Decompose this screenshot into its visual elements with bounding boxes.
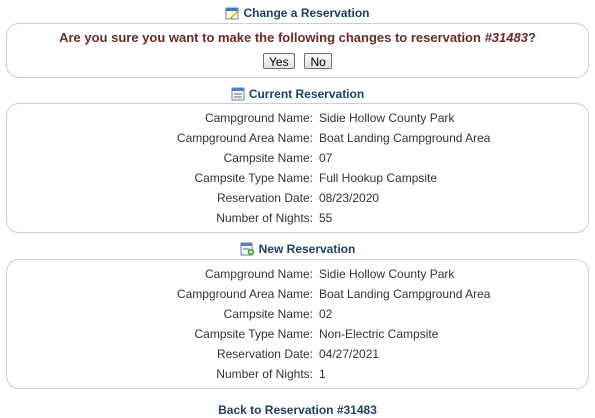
field-value: Non-Electric Campsite [319, 327, 439, 341]
field-label: Campsite Type Name: [194, 327, 314, 341]
confirm-question-suffix: ? [527, 30, 536, 45]
field-label: Campsite Name: [223, 307, 313, 321]
confirm-buttons: Yes No [7, 53, 588, 69]
calendar-edit-icon [225, 6, 239, 24]
field-value: Boat Landing Campground Area [319, 131, 491, 145]
field-label: Number of Nights: [216, 211, 313, 225]
new-campsite-type-row: Campsite Type Name: Non-Electric Campsite [7, 324, 588, 344]
field-label: Reservation Date: [216, 191, 313, 205]
field-value: Sidie Hollow County Park [319, 267, 455, 281]
no-button[interactable]: No [304, 53, 333, 69]
field-label: Campground Name: [204, 267, 313, 281]
new-number-of-nights-row: Number of Nights: 1 [7, 364, 588, 384]
field-label: Number of Nights: [216, 367, 313, 381]
current-campground-area-row: Campground Area Name: Boat Landing Campgr… [7, 128, 588, 148]
new-campground-name-row: Campground Name: Sidie Hollow County Park [7, 264, 588, 284]
new-reservation-panel: Campground Name: Sidie Hollow County Park… [6, 259, 589, 389]
confirm-panel: Are you sure you want to make the follow… [6, 23, 589, 78]
current-reservation-date-row: Reservation Date: 08/23/2020 [7, 188, 588, 208]
field-label: Reservation Date: [216, 347, 313, 361]
change-reservation-title: Change a Reservation [243, 6, 370, 20]
back-to-reservation-link[interactable]: Back to Reservation #31483 [0, 402, 595, 418]
field-value: Sidie Hollow County Park [319, 111, 455, 125]
current-campsite-name-row: Campsite Name: 07 [7, 148, 588, 168]
current-reservation-title: Current Reservation [248, 87, 365, 101]
confirm-question: Are you sure you want to make the follow… [7, 29, 588, 47]
new-reservation-date-row: Reservation Date: 04/27/2021 [7, 344, 588, 364]
field-value: 08/23/2020 [319, 191, 380, 205]
field-value: 07 [319, 151, 333, 165]
field-value: 1 [319, 367, 326, 381]
field-value: 04/27/2021 [319, 347, 380, 361]
field-value: 02 [319, 307, 333, 321]
new-reservation-title: New Reservation [258, 242, 356, 256]
field-value: 55 [319, 211, 333, 225]
field-label: Campground Area Name: [176, 287, 313, 301]
reservation-number: #31483 [484, 30, 528, 45]
current-campground-name-row: Campground Name: Sidie Hollow County Park [7, 108, 588, 128]
current-reservation-panel: Campground Name: Sidie Hollow County Park… [6, 103, 589, 233]
field-label: Campground Area Name: [176, 131, 313, 145]
field-label: Campground Name: [204, 111, 313, 125]
change-reservation-header: Change a Reservation [0, 5, 595, 21]
confirm-question-prefix: Are you sure you want to make the follow… [59, 30, 485, 45]
new-campground-area-row: Campground Area Name: Boat Landing Campgr… [7, 284, 588, 304]
current-number-of-nights-row: Number of Nights: 55 [7, 208, 588, 228]
field-value: Boat Landing Campground Area [319, 287, 491, 301]
field-value: Full Hookup Campsite [319, 171, 438, 185]
form-add-icon [240, 242, 255, 260]
field-label: Campsite Name: [223, 151, 313, 165]
current-reservation-header: Current Reservation [0, 86, 595, 102]
new-campsite-name-row: Campsite Name: 02 [7, 304, 588, 324]
field-label: Campsite Type Name: [194, 171, 314, 185]
current-campsite-type-row: Campsite Type Name: Full Hookup Campsite [7, 168, 588, 188]
new-reservation-header: New Reservation [0, 241, 595, 257]
yes-button[interactable]: Yes [262, 53, 295, 69]
